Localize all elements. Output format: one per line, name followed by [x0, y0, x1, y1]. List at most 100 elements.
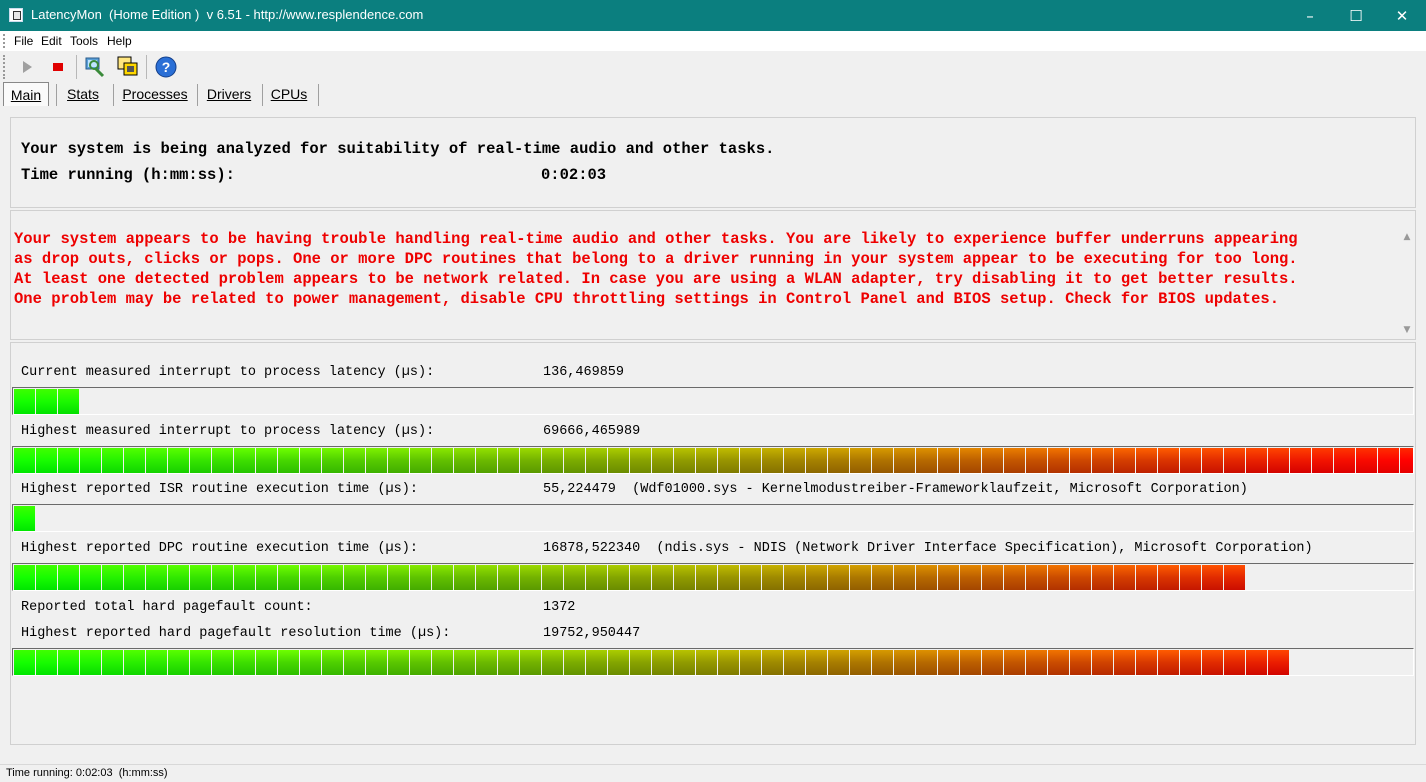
bar-segment — [784, 565, 805, 590]
bar-segment — [36, 389, 57, 414]
tab-cpus[interactable]: CPUs — [266, 82, 312, 106]
bar-segment — [1158, 565, 1179, 590]
bar-segment — [674, 448, 695, 473]
bar-segment — [1400, 448, 1413, 473]
bar-segment — [608, 650, 629, 675]
bar-segment — [1048, 448, 1069, 473]
bar-segment — [102, 565, 123, 590]
warning-message: Your system appears to be having trouble… — [14, 229, 1399, 309]
bar-segment — [1004, 448, 1025, 473]
bar-segment — [124, 448, 145, 473]
bar-segment — [872, 650, 893, 675]
bar-segment — [388, 565, 409, 590]
bar-segment — [168, 650, 189, 675]
tab-main[interactable]: Main — [3, 82, 49, 106]
dpc-driver-detail: (ndis.sys - NDIS (Network Driver Interfa… — [656, 541, 1313, 556]
bar-segment — [564, 448, 585, 473]
bar-segment — [674, 650, 695, 675]
scroll-down-arrow-icon[interactable]: ▼ — [1401, 324, 1413, 336]
bar-segment — [916, 650, 937, 675]
bar-segment — [1246, 650, 1267, 675]
bar-segment — [718, 448, 739, 473]
bar-segment — [1180, 448, 1201, 473]
bar-segment — [498, 650, 519, 675]
bar-segment — [1092, 565, 1113, 590]
bar-segment — [1158, 650, 1179, 675]
bar-segment — [190, 565, 211, 590]
bar-segment — [718, 565, 739, 590]
status-bar: Time running: 0:02:03 (h:mm:ss) — [0, 764, 1426, 782]
bar-segment — [1026, 565, 1047, 590]
bar-segment — [542, 650, 563, 675]
isr-driver-detail: (Wdf01000.sys - Kernelmodustreiber-Frame… — [632, 482, 1248, 497]
bar-segment — [1356, 448, 1377, 473]
bar-segment — [322, 448, 343, 473]
bar-segment — [762, 448, 783, 473]
bar-segment — [1180, 650, 1201, 675]
isr-bar — [12, 504, 1414, 532]
bar-segment — [190, 650, 211, 675]
bar-segment — [1202, 448, 1223, 473]
bar-segment — [520, 565, 541, 590]
menu-grip[interactable] — [3, 34, 5, 48]
bar-segment — [1026, 650, 1047, 675]
bar-segment — [938, 650, 959, 675]
bar-segment — [784, 448, 805, 473]
bar-segment — [586, 448, 607, 473]
bar-segment — [278, 650, 299, 675]
bar-segment — [1114, 650, 1135, 675]
tab-processes[interactable]: Processes — [118, 82, 192, 106]
menu-tools[interactable]: Tools — [70, 34, 98, 48]
bar-segment — [212, 448, 233, 473]
bar-segment — [212, 650, 233, 675]
bar-segment — [850, 650, 871, 675]
windows-icon[interactable] — [116, 55, 140, 79]
bar-segment — [1158, 448, 1179, 473]
bar-segment — [784, 650, 805, 675]
menu-file[interactable]: File — [14, 34, 33, 48]
bar-segment — [322, 565, 343, 590]
bar-segment — [498, 448, 519, 473]
bar-segment — [1004, 650, 1025, 675]
tab-drivers[interactable]: Drivers — [201, 82, 257, 106]
bar-segment — [850, 565, 871, 590]
bar-segment — [234, 448, 255, 473]
bar-segment — [1114, 565, 1135, 590]
play-icon[interactable] — [15, 55, 39, 79]
bar-segment — [894, 565, 915, 590]
maximize-button[interactable]: ☐ — [1333, 0, 1379, 31]
help-icon[interactable]: ? — [154, 55, 178, 79]
current-latency-label: Current measured interrupt to process la… — [21, 365, 435, 380]
bar-segment — [1026, 448, 1047, 473]
analyze-icon[interactable] — [83, 55, 107, 79]
bar-segment — [212, 565, 233, 590]
bar-segment — [564, 565, 585, 590]
menu-help[interactable]: Help — [107, 34, 132, 48]
toolbar: ? — [0, 51, 1426, 82]
close-button[interactable]: ✕ — [1379, 0, 1425, 31]
tab-stats[interactable]: Stats — [60, 82, 106, 106]
menu-bar: File Edit Tools Help — [0, 31, 1426, 51]
bar-segment — [520, 448, 541, 473]
bar-segment — [630, 448, 651, 473]
tab-separator — [113, 84, 114, 106]
pagefault-time-bar — [12, 648, 1414, 676]
bar-segment — [234, 565, 255, 590]
bar-segment — [652, 565, 673, 590]
menu-edit[interactable]: Edit — [41, 34, 62, 48]
bar-segment — [938, 565, 959, 590]
stop-icon[interactable] — [46, 55, 70, 79]
bar-segment — [586, 650, 607, 675]
bar-segment — [938, 448, 959, 473]
bar-segment — [1136, 565, 1157, 590]
bar-segment — [300, 650, 321, 675]
scroll-up-arrow-icon[interactable]: ▲ — [1401, 231, 1413, 243]
bar-segment — [828, 650, 849, 675]
bar-segment — [828, 448, 849, 473]
time-running-value: 0:02:03 — [541, 166, 607, 184]
minimize-button[interactable]: – — [1287, 0, 1333, 31]
analysis-header-panel: Your system is being analyzed for suitab… — [10, 117, 1416, 208]
toolbar-grip[interactable] — [3, 55, 5, 79]
toolbar-separator — [76, 55, 77, 79]
bar-segment — [696, 565, 717, 590]
